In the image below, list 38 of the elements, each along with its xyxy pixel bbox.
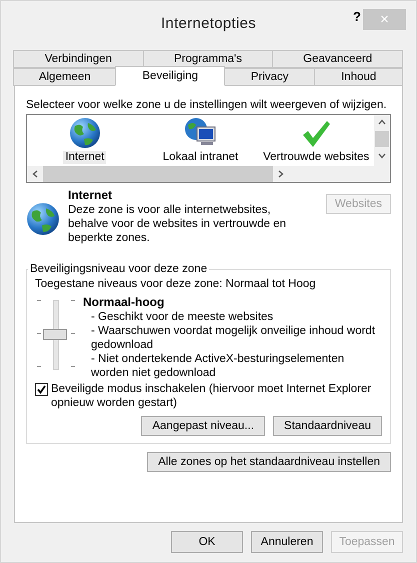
group-legend: Beveiligingsniveau voor deze zone: [28, 263, 210, 275]
tab[interactable]: Beveiliging: [115, 66, 225, 86]
zone-item[interactable]: Internet: [63, 151, 106, 164]
chevron-up-icon: [378, 119, 386, 125]
zone-title: Internet: [68, 188, 112, 202]
zone-prompt: Selecteer voor welke zone u de instellingen wilt weergeven of wijzigen.: [26, 98, 388, 112]
reset-all-button[interactable]: Alle zones op het standaardniveau instellen: [147, 452, 391, 472]
tab[interactable]: Verbindingen: [13, 50, 144, 68]
globe-icon: [68, 117, 101, 149]
chevron-down-icon: [378, 153, 386, 159]
chevron-left-icon: [32, 170, 38, 178]
tab[interactable]: Privacy: [224, 68, 316, 86]
level-description: - Geschikt voor de meeste websites: [90, 310, 274, 324]
tab[interactable]: Inhoud: [314, 68, 403, 86]
tab[interactable]: Algemeen: [13, 68, 116, 86]
level-description: - Niet ondertekende ActiveX-besturingselementen worden niet gedownload: [90, 352, 346, 380]
checkbox[interactable]: [35, 383, 48, 396]
dialog-button[interactable]: OK: [171, 531, 243, 553]
zone-description: Deze zone is voor alle internetwebsites, behalve voor de websites in vertrouwde en beperkte zones.: [68, 203, 287, 245]
window-title: Internetopties: [160, 14, 256, 32]
checkmark-icon: [301, 119, 332, 149]
horizontal-scrollbar[interactable]: [27, 166, 390, 182]
help-button[interactable]: ?: [353, 9, 361, 24]
level-name: Normaal-hoog: [83, 295, 164, 309]
tab[interactable]: Geavanceerd: [272, 50, 404, 68]
allowed-levels-text: Toegestane niveaus voor deze zone: Normaal tot Hoog: [35, 277, 317, 291]
level-button[interactable]: Aangepast niveau...: [141, 416, 266, 436]
chevron-right-icon: [278, 170, 284, 178]
vertical-scrollbar[interactable]: [374, 115, 390, 166]
slider-thumb[interactable]: [43, 329, 67, 340]
checkbox-label: Beveiligde modus inschakelen (hiervoor moet Internet Explorer opnieuw worden gestart): [51, 382, 372, 410]
zone-item[interactable]: Lokaal intranet: [160, 151, 240, 164]
tab[interactable]: Programma's: [142, 50, 274, 68]
level-description: - Waarschuwen voordat mogelijk onveilige inhoud wordt gedownload: [90, 324, 376, 352]
zone-globe-icon: [26, 202, 60, 236]
zone-item[interactable]: Vertrouwde websites: [261, 151, 372, 164]
dialog-button[interactable]: Annuleren: [251, 531, 323, 553]
level-button[interactable]: Standaardniveau: [273, 416, 382, 436]
